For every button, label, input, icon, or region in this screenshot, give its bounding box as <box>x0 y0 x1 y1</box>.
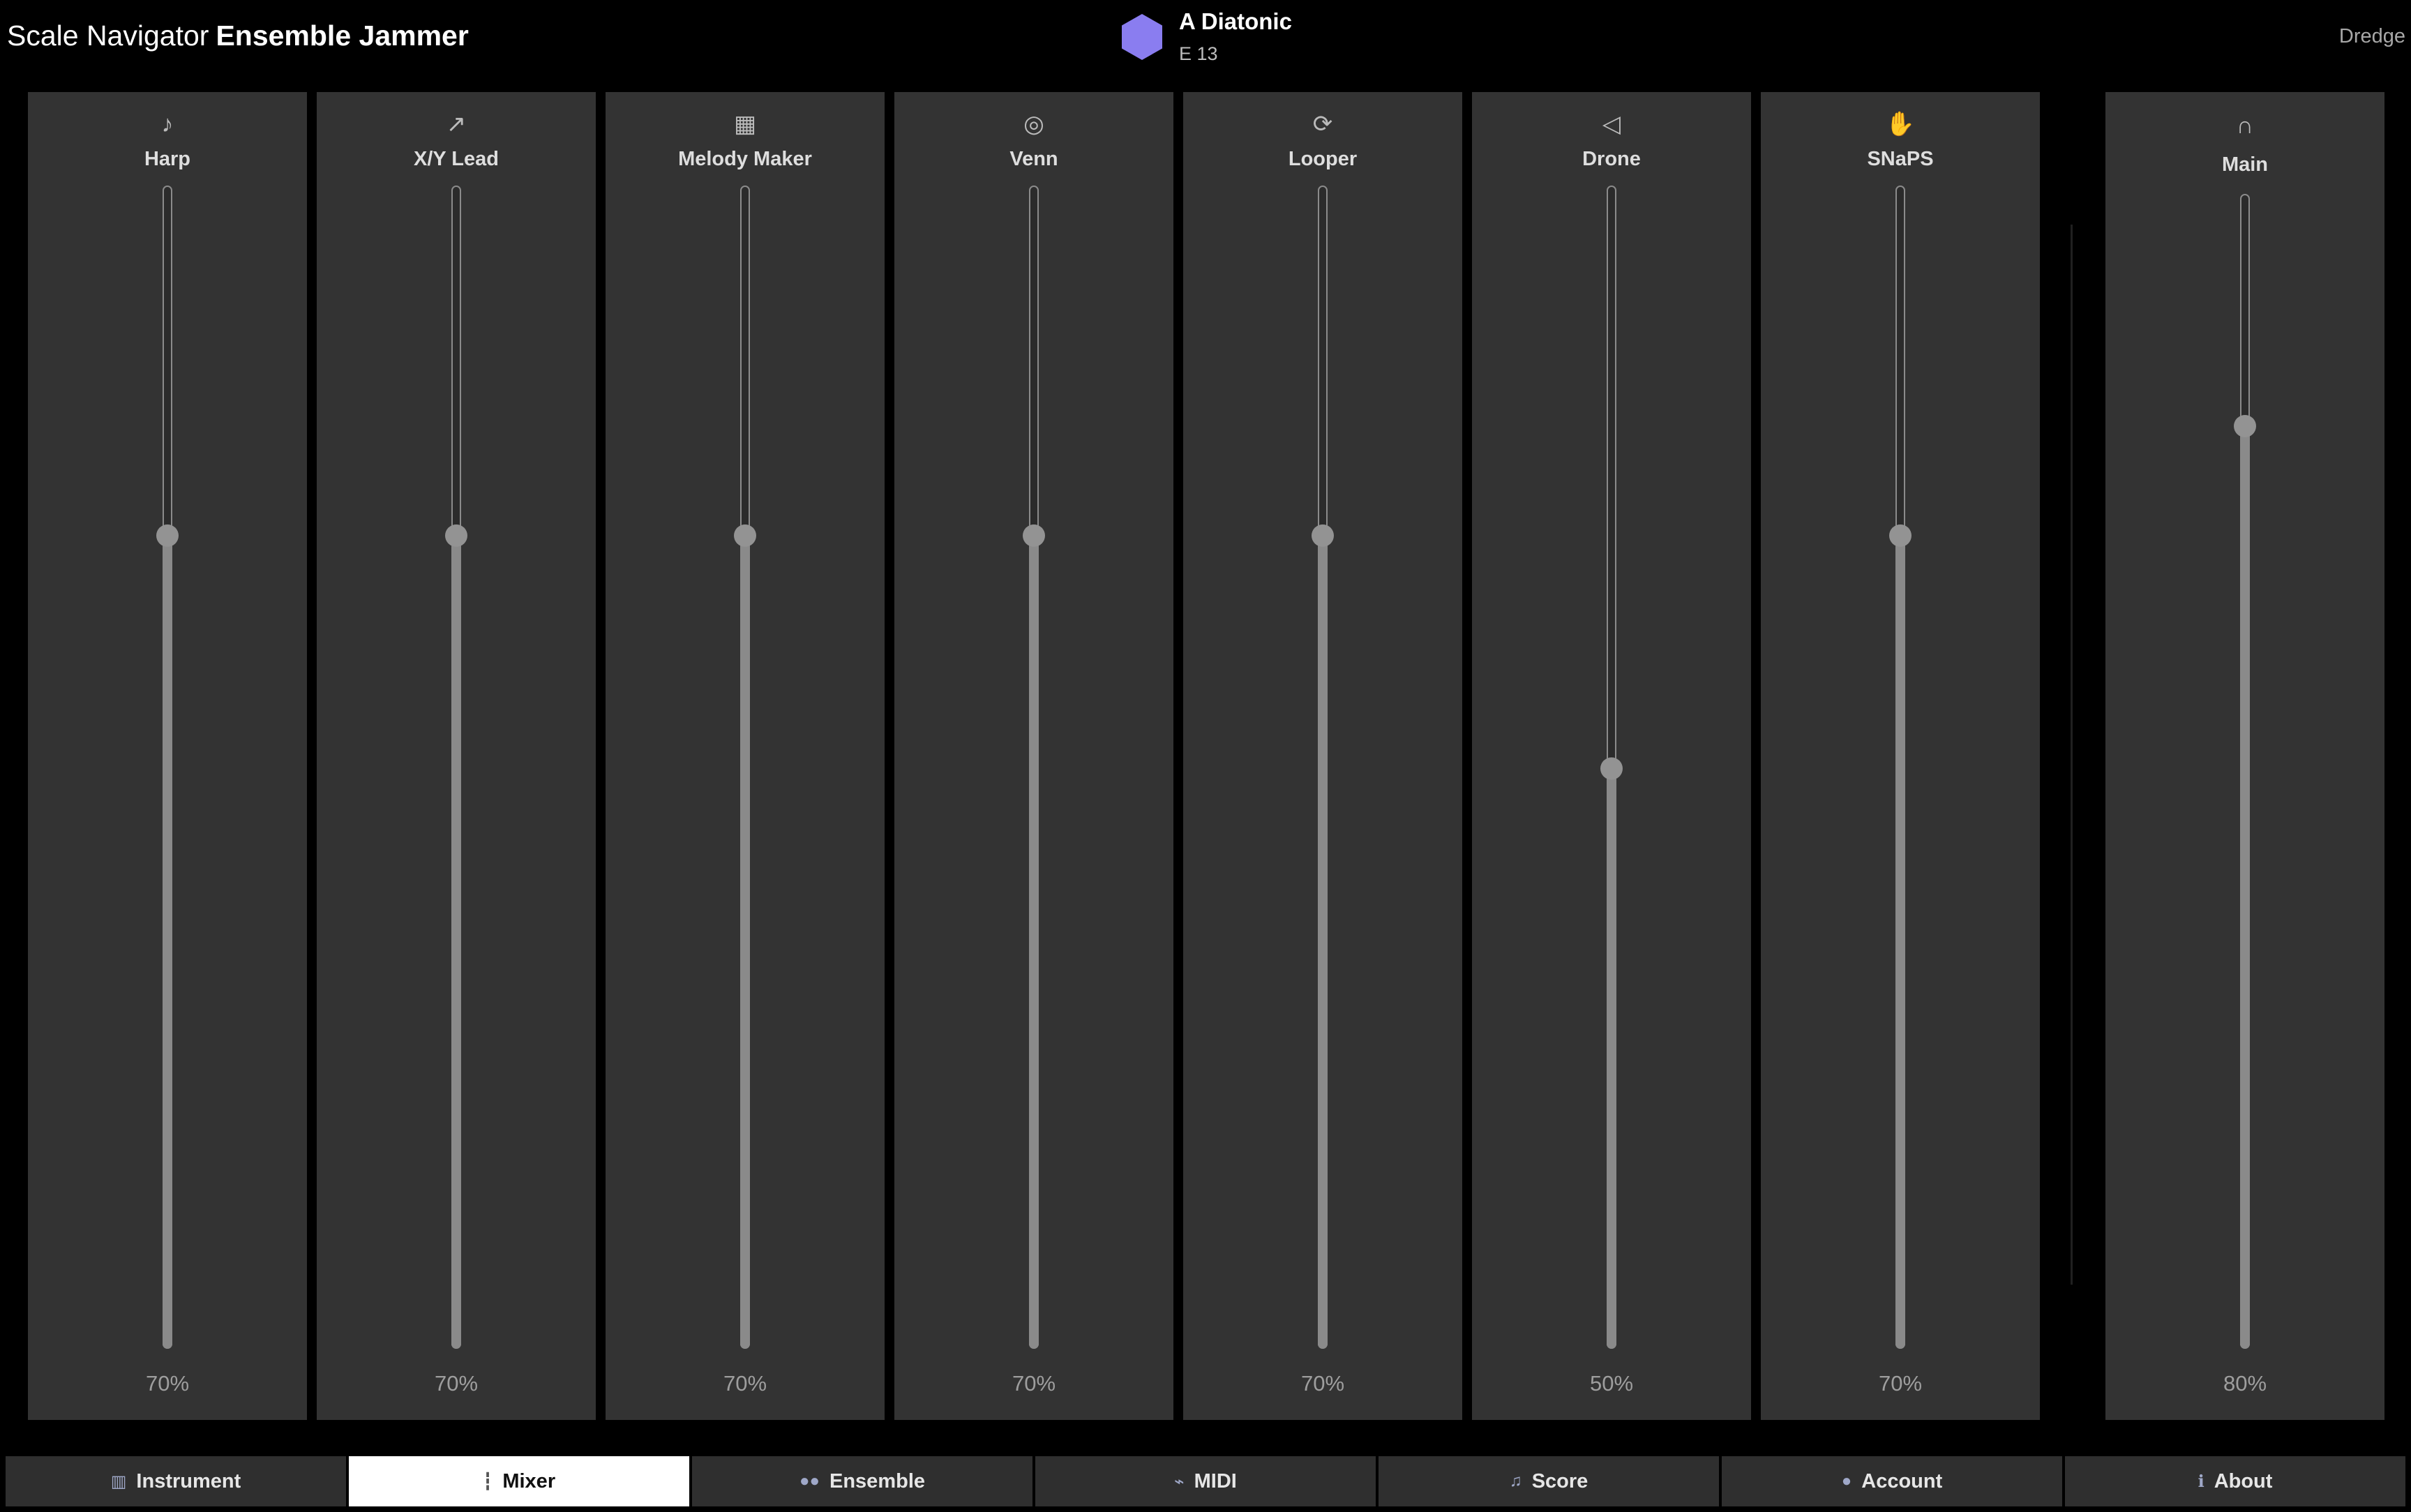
tab-label: About <box>2214 1469 2273 1492</box>
volume-fill <box>1318 534 1328 1349</box>
volume-fill <box>2240 425 2250 1349</box>
channel-strip-melody-maker: ▦ Melody Maker 70% <box>606 92 885 1420</box>
user-name[interactable]: Dredge <box>2339 25 2405 48</box>
channel-strip-xy-lead: ↗ X/Y Lead 70% <box>317 92 596 1420</box>
volume-slider[interactable] <box>1889 186 1911 1349</box>
tab-midi[interactable]: ⌁ MIDI <box>1035 1456 1376 1506</box>
tab-account[interactable]: ● Account <box>1722 1456 2062 1506</box>
channel-strip-venn: ◎ Venn 70% <box>894 92 1173 1420</box>
channel-label: SNaPS <box>1867 148 1934 170</box>
volume-slider[interactable] <box>2234 194 2256 1349</box>
channel-label: Looper <box>1288 148 1358 170</box>
tab-ensemble[interactable]: ●● Ensemble <box>692 1456 1032 1506</box>
channel-strip-main: ∩ Main 80% <box>2105 92 2384 1420</box>
score-icon: ♫ <box>1509 1472 1522 1490</box>
current-scale[interactable]: A Diatonic E 13 <box>1122 8 1401 68</box>
volume-value: 70% <box>434 1371 479 1396</box>
tab-score[interactable]: ♫ Score <box>1379 1456 1719 1506</box>
volume-value: 70% <box>145 1371 190 1396</box>
person-icon: ● <box>1841 1472 1852 1490</box>
volume-knob[interactable] <box>734 524 756 547</box>
channel-label: Harp <box>144 148 191 170</box>
piano-icon: ▥ <box>110 1472 127 1491</box>
volume-value: 70% <box>1300 1371 1345 1396</box>
volume-knob[interactable] <box>1312 524 1334 547</box>
volume-slider[interactable] <box>1600 186 1623 1349</box>
volume-fill <box>1029 534 1039 1349</box>
volume-knob[interactable] <box>156 524 179 547</box>
tab-instrument[interactable]: ▥ Instrument <box>6 1456 346 1506</box>
grid-icon: ▦ <box>733 111 757 137</box>
volume-fill <box>1607 767 1616 1349</box>
channel-label: X/Y Lead <box>414 148 499 170</box>
app-subtitle: Ensemble Jammer <box>216 20 469 52</box>
channel-label: Venn <box>1009 148 1058 170</box>
tab-mixer[interactable]: ┇ Mixer <box>349 1456 689 1506</box>
chart-icon: ↗ <box>446 111 467 137</box>
harp-icon: ♪ <box>161 111 174 137</box>
volume-value: 70% <box>723 1371 767 1396</box>
volume-slider[interactable] <box>445 186 467 1349</box>
channel-strip-drone: ◁ Drone 50% <box>1472 92 1751 1420</box>
volume-fill <box>163 534 172 1349</box>
plug-icon: ⌁ <box>1174 1472 1185 1491</box>
channel-strip-snaps: ✋ SNaPS 70% <box>1761 92 2040 1420</box>
volume-slider[interactable] <box>1312 186 1334 1349</box>
people-icon: ●● <box>799 1472 820 1490</box>
app-name: Scale Navigator <box>7 20 209 52</box>
channel-label: Main <box>2221 153 2269 176</box>
divider <box>2071 225 2073 1285</box>
tab-label: Ensemble <box>829 1469 925 1492</box>
mixer-icon: ┇ <box>482 1472 493 1491</box>
volume-knob[interactable] <box>2234 415 2256 438</box>
top-bar: Scale Navigator Ensemble Jammer A Diatoni… <box>0 0 2411 84</box>
loop-icon: ⟳ <box>1312 111 1333 137</box>
volume-knob[interactable] <box>1023 524 1045 547</box>
bottom-tab-bar: ▥ Instrument ┇ Mixer ●● Ensemble ⌁ MIDI ♫ Sco… <box>6 1456 2405 1506</box>
tab-label: Score <box>1531 1469 1588 1492</box>
info-icon: ℹ <box>2198 1472 2205 1491</box>
volume-fill <box>451 534 461 1349</box>
volume-value: 70% <box>1878 1371 1923 1396</box>
volume-knob[interactable] <box>1600 757 1623 780</box>
volume-slider[interactable] <box>1023 186 1045 1349</box>
speaker-icon: ◁ <box>1602 111 1621 137</box>
tab-label: MIDI <box>1194 1469 1237 1492</box>
tab-label: Mixer <box>502 1469 556 1492</box>
scale-hexagon-icon[interactable] <box>1122 14 1162 60</box>
channel-label: Melody Maker <box>678 148 812 170</box>
volume-fill <box>1895 534 1905 1349</box>
tab-label: Instrument <box>136 1469 241 1492</box>
volume-value: 70% <box>1012 1371 1056 1396</box>
volume-value: 80% <box>2223 1371 2267 1396</box>
headphones-icon: ∩ <box>2236 112 2254 139</box>
tab-label: Account <box>1861 1469 1943 1492</box>
mixer-panel: ♪ Harp 70% ↗ X/Y Lead 70% ▦ Melody Maker… <box>0 92 2411 1420</box>
hand-icon: ✋ <box>1885 111 1916 137</box>
volume-slider[interactable] <box>734 186 756 1349</box>
volume-fill <box>740 534 750 1349</box>
channel-strip-harp: ♪ Harp 70% <box>28 92 307 1420</box>
volume-knob[interactable] <box>445 524 467 547</box>
channel-strip-looper: ⟳ Looper 70% <box>1183 92 1462 1420</box>
volume-knob[interactable] <box>1889 524 1911 547</box>
channel-label: Drone <box>1582 148 1641 170</box>
tab-about[interactable]: ℹ About <box>2065 1456 2405 1506</box>
volume-slider[interactable] <box>156 186 179 1349</box>
volume-value: 50% <box>1589 1371 1634 1396</box>
scale-name: A Diatonic <box>1179 8 1292 34</box>
app-title: Scale Navigator Ensemble Jammer <box>7 20 469 52</box>
venn-icon: ◎ <box>1023 111 1044 137</box>
current-chord: E 13 <box>1179 43 1218 64</box>
